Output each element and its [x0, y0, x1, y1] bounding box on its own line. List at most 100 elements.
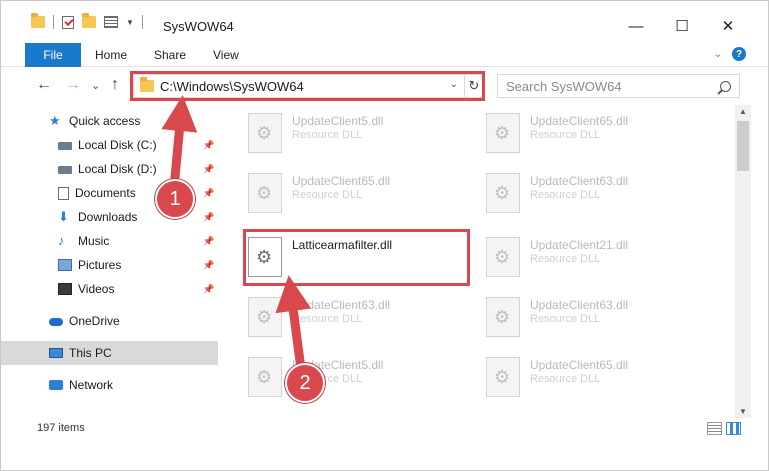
file-type: Resource DLL [530, 129, 601, 141]
vertical-scrollbar[interactable]: ▲ ▼ [735, 105, 751, 418]
file-tile[interactable]: UpdateClient63.dll Resource DLL [226, 289, 456, 347]
file-tile-latticearmafilter[interactable]: Latticearmafilter.dll [226, 229, 456, 287]
drive-icon [58, 166, 72, 174]
sidebar-item-label: Network [69, 378, 114, 392]
sidebar-item-onedrive[interactable]: OneDrive [1, 309, 218, 333]
drive-icon [58, 142, 72, 150]
file-type: Resource DLL [292, 313, 363, 325]
divider [141, 15, 143, 29]
up-button[interactable]: ↑ [111, 76, 119, 94]
item-count: 197 items [37, 422, 85, 434]
dll-file-icon [248, 357, 282, 397]
maximize-button[interactable]: ☐ [659, 11, 705, 41]
file-type: Resource DLL [530, 189, 601, 201]
back-button[interactable]: ← [36, 76, 52, 94]
scroll-down-icon[interactable]: ▼ [739, 407, 747, 416]
address-bar[interactable]: C:\Windows\SysWOW64 ⌄ [133, 74, 465, 98]
sidebar-item-label: Documents [75, 186, 136, 200]
address-path[interactable]: C:\Windows\SysWOW64 [160, 79, 304, 94]
pin-icon: 📌 [203, 259, 215, 270]
details-view-button[interactable] [707, 422, 722, 435]
step-badge-2: 2 [285, 363, 325, 403]
dll-file-icon [248, 237, 282, 277]
sidebar-item-label: Local Disk (C:) [78, 138, 157, 152]
computer-icon [49, 348, 63, 358]
file-type: Resource DLL [530, 373, 601, 385]
navigation-bar: ← → ⌄ ↑ C:\Windows\SysWOW64 ⌄ ↻ Search S… [1, 68, 768, 104]
file-tile[interactable]: UpdateClient5.dll Resource DLL [226, 349, 456, 407]
sidebar-item-label: Videos [78, 282, 115, 296]
tiles-view-button[interactable] [726, 422, 741, 435]
tab-share[interactable]: Share [154, 48, 186, 62]
file-tile[interactable]: UpdateClient65.dll Resource DLL [464, 105, 694, 163]
recent-locations-button[interactable]: ⌄ [91, 79, 100, 92]
quick-access-toolbar: ▼ [31, 13, 143, 29]
tab-home[interactable]: Home [95, 48, 127, 62]
file-type: Resource DLL [530, 313, 601, 325]
file-name: Latticearmafilter.dll [292, 238, 393, 252]
pin-icon: 📌 [203, 139, 215, 150]
sidebar-item-label: Local Disk (D:) [78, 162, 157, 176]
file-name: UpdateClient65.dll [530, 358, 629, 372]
pin-icon: 📌 [203, 187, 215, 198]
sidebar-item-label: Pictures [78, 258, 122, 272]
dll-file-icon [486, 237, 520, 277]
folder-icon [31, 13, 45, 28]
sidebar-item-label: Downloads [78, 210, 138, 224]
file-name: UpdateClient63.dll [530, 298, 629, 312]
sidebar-item-label: Quick access [69, 114, 141, 128]
tab-file[interactable]: File [25, 43, 81, 67]
search-input[interactable]: Search SysWOW64 [506, 79, 622, 94]
scroll-up-icon[interactable]: ▲ [739, 107, 747, 116]
navigation-pane: ★ Quick access Local Disk (C:) 📌 Local D… [1, 105, 218, 410]
sidebar-item-quick-access[interactable]: ★ Quick access [1, 109, 218, 133]
videos-icon [58, 283, 72, 295]
dll-file-icon [486, 357, 520, 397]
file-tile[interactable]: UpdateClient65.dll Resource DLL [226, 165, 456, 223]
file-name: UpdateClient63.dll [530, 174, 629, 188]
ribbon-tabs: File Home Share View ⌄ ? [1, 41, 768, 67]
file-name: UpdateClient21.dll [530, 238, 629, 252]
qat-dropdown-icon[interactable]: ▼ [126, 18, 134, 27]
sidebar-item-label: OneDrive [69, 314, 120, 328]
sidebar-item-pictures[interactable]: Pictures 📌 [1, 253, 218, 277]
file-tile[interactable]: UpdateClient65.dll Resource DLL [464, 349, 694, 407]
refresh-button[interactable]: ↻ [464, 74, 484, 98]
sidebar-item-this-pc[interactable]: This PC [1, 341, 218, 365]
sidebar-item-local-disk-d[interactable]: Local Disk (D:) 📌 [1, 157, 218, 181]
downloads-icon: ⬇ [58, 209, 69, 224]
sidebar-item-local-disk-c[interactable]: Local Disk (C:) 📌 [1, 133, 218, 157]
file-tile[interactable]: UpdateClient5.dll Resource DLL [226, 105, 456, 163]
close-button[interactable]: ✕ [705, 11, 751, 41]
sidebar-item-videos[interactable]: Videos 📌 [1, 277, 218, 301]
sidebar-item-network[interactable]: Network [1, 373, 218, 397]
ribbon-collapse-icon[interactable]: ⌄ [714, 49, 722, 60]
folder-icon [140, 77, 154, 92]
new-folder-icon[interactable] [82, 13, 96, 28]
address-dropdown-icon[interactable]: ⌄ [450, 79, 458, 90]
cloud-icon [49, 318, 63, 326]
properties-check-icon[interactable] [62, 15, 74, 29]
file-type: Resource DLL [530, 253, 601, 265]
customize-view-icon[interactable] [104, 16, 118, 28]
file-tile[interactable]: UpdateClient63.dll Resource DLL [464, 165, 694, 223]
minimize-button[interactable]: — [613, 11, 659, 41]
sidebar-item-music[interactable]: ♪ Music 📌 [1, 229, 218, 253]
network-icon [49, 380, 63, 390]
pin-icon: 📌 [203, 235, 215, 246]
file-tile[interactable]: UpdateClient21.dll Resource DLL [464, 229, 694, 287]
forward-button[interactable]: → [65, 76, 81, 94]
window-title: SysWOW64 [163, 19, 234, 34]
scroll-thumb[interactable] [737, 121, 749, 171]
file-name: UpdateClient63.dll [292, 298, 391, 312]
tab-view[interactable]: View [213, 48, 239, 62]
file-name: UpdateClient65.dll [292, 174, 391, 188]
pin-icon: 📌 [203, 211, 215, 222]
search-box[interactable]: Search SysWOW64 [497, 74, 740, 98]
help-icon[interactable]: ? [732, 47, 746, 61]
pin-icon: 📌 [203, 163, 215, 174]
file-tile[interactable]: UpdateClient63.dll Resource DLL [464, 289, 694, 347]
pin-icon: 📌 [203, 283, 215, 294]
pictures-icon [58, 259, 72, 271]
file-name: UpdateClient65.dll [530, 114, 629, 128]
